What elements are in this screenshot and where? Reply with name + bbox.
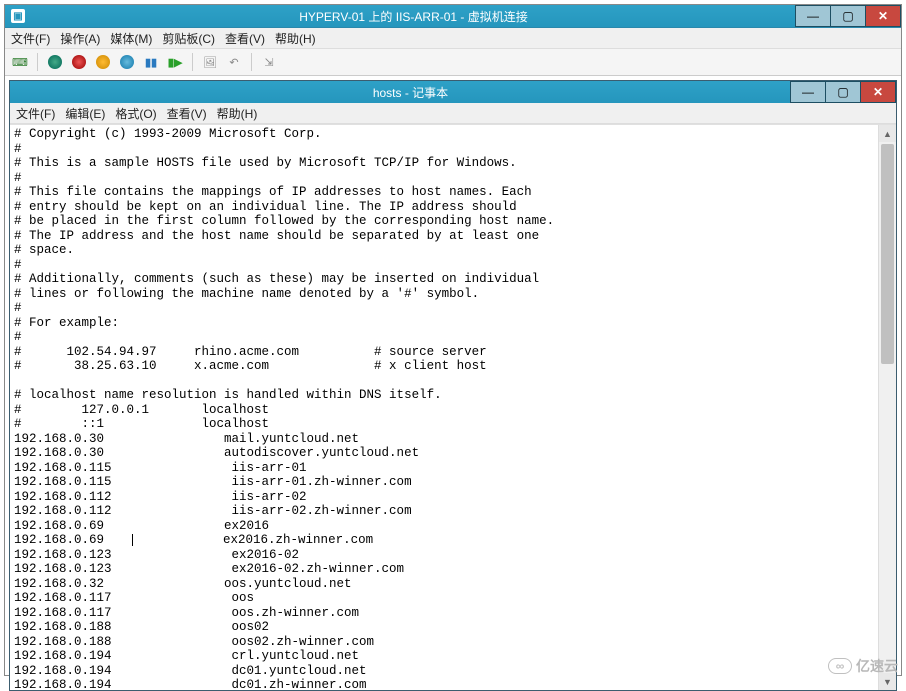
notepad-window: hosts - 记事本 — ▢ ✕ 文件(F) 编辑(E) 格式(O) 查看(V… xyxy=(9,80,897,691)
hyperv-toolbar: ⌨ ▮▮ ▮▶ 🖼 ↶ ⇲ xyxy=(5,49,901,76)
hyperv-menubar: 文件(F) 操作(A) 媒体(M) 剪贴板(C) 查看(V) 帮助(H) xyxy=(5,28,901,49)
np-menu-help[interactable]: 帮助(H) xyxy=(217,105,258,122)
maximize-button[interactable]: ▢ xyxy=(830,5,866,27)
pause-icon[interactable]: ▮▮ xyxy=(142,53,160,71)
hv-menu-action[interactable]: 操作(A) xyxy=(60,30,100,47)
revert-icon[interactable]: ↶ xyxy=(225,53,243,71)
reset-icon[interactable]: ▮▶ xyxy=(166,53,184,71)
hv-menu-view[interactable]: 查看(V) xyxy=(225,30,265,47)
notepad-title: hosts - 记事本 xyxy=(30,84,791,101)
np-close-button[interactable]: ✕ xyxy=(860,81,896,103)
hosts-file-content: # Copyright (c) 1993-2009 Microsoft Corp… xyxy=(10,125,896,690)
hyperv-icon: ▣ xyxy=(11,9,25,23)
notepad-titlebar: hosts - 记事本 — ▢ ✕ xyxy=(10,81,896,103)
hyperv-title: HYPERV-01 上的 IIS-ARR-01 - 虚拟机连接 xyxy=(31,8,796,25)
hyperv-titlebar: ▣ HYPERV-01 上的 IIS-ARR-01 - 虚拟机连接 — ▢ ✕ xyxy=(5,5,901,28)
scroll-up-icon[interactable]: ▲ xyxy=(879,125,896,142)
hv-menu-file[interactable]: 文件(F) xyxy=(11,30,50,47)
turnoff-icon[interactable] xyxy=(70,53,88,71)
checkpoint-icon[interactable]: 🖼 xyxy=(201,53,219,71)
close-button[interactable]: ✕ xyxy=(865,5,901,27)
hv-menu-help[interactable]: 帮助(H) xyxy=(275,30,316,47)
share-icon[interactable]: ⇲ xyxy=(260,53,278,71)
toolbar-separator xyxy=(37,53,38,71)
np-maximize-button[interactable]: ▢ xyxy=(825,81,861,103)
np-minimize-button[interactable]: — xyxy=(790,81,826,103)
np-menu-format[interactable]: 格式(O) xyxy=(115,105,156,122)
watermark-text: 亿速云 xyxy=(856,656,898,676)
vertical-scrollbar[interactable]: ▲ ▼ xyxy=(878,125,896,690)
toolbar-separator xyxy=(251,53,252,71)
start-icon[interactable] xyxy=(46,53,64,71)
np-menu-view[interactable]: 查看(V) xyxy=(167,105,207,122)
hv-menu-media[interactable]: 媒体(M) xyxy=(110,30,152,47)
scroll-thumb[interactable] xyxy=(881,144,894,364)
np-menu-edit[interactable]: 编辑(E) xyxy=(65,105,105,122)
hv-menu-clip[interactable]: 剪贴板(C) xyxy=(162,30,215,47)
np-menu-file[interactable]: 文件(F) xyxy=(16,105,55,122)
notepad-text-area[interactable]: # Copyright (c) 1993-2009 Microsoft Corp… xyxy=(10,124,896,690)
ctrlaltdel-icon[interactable]: ⌨ xyxy=(11,53,29,71)
notepad-menubar: 文件(F) 编辑(E) 格式(O) 查看(V) 帮助(H) xyxy=(10,103,896,124)
minimize-button[interactable]: — xyxy=(795,5,831,27)
toolbar-separator xyxy=(192,53,193,71)
watermark: 亿速云 xyxy=(828,656,898,676)
save-icon[interactable] xyxy=(118,53,136,71)
shutdown-icon[interactable] xyxy=(94,53,112,71)
watermark-icon xyxy=(828,658,852,674)
